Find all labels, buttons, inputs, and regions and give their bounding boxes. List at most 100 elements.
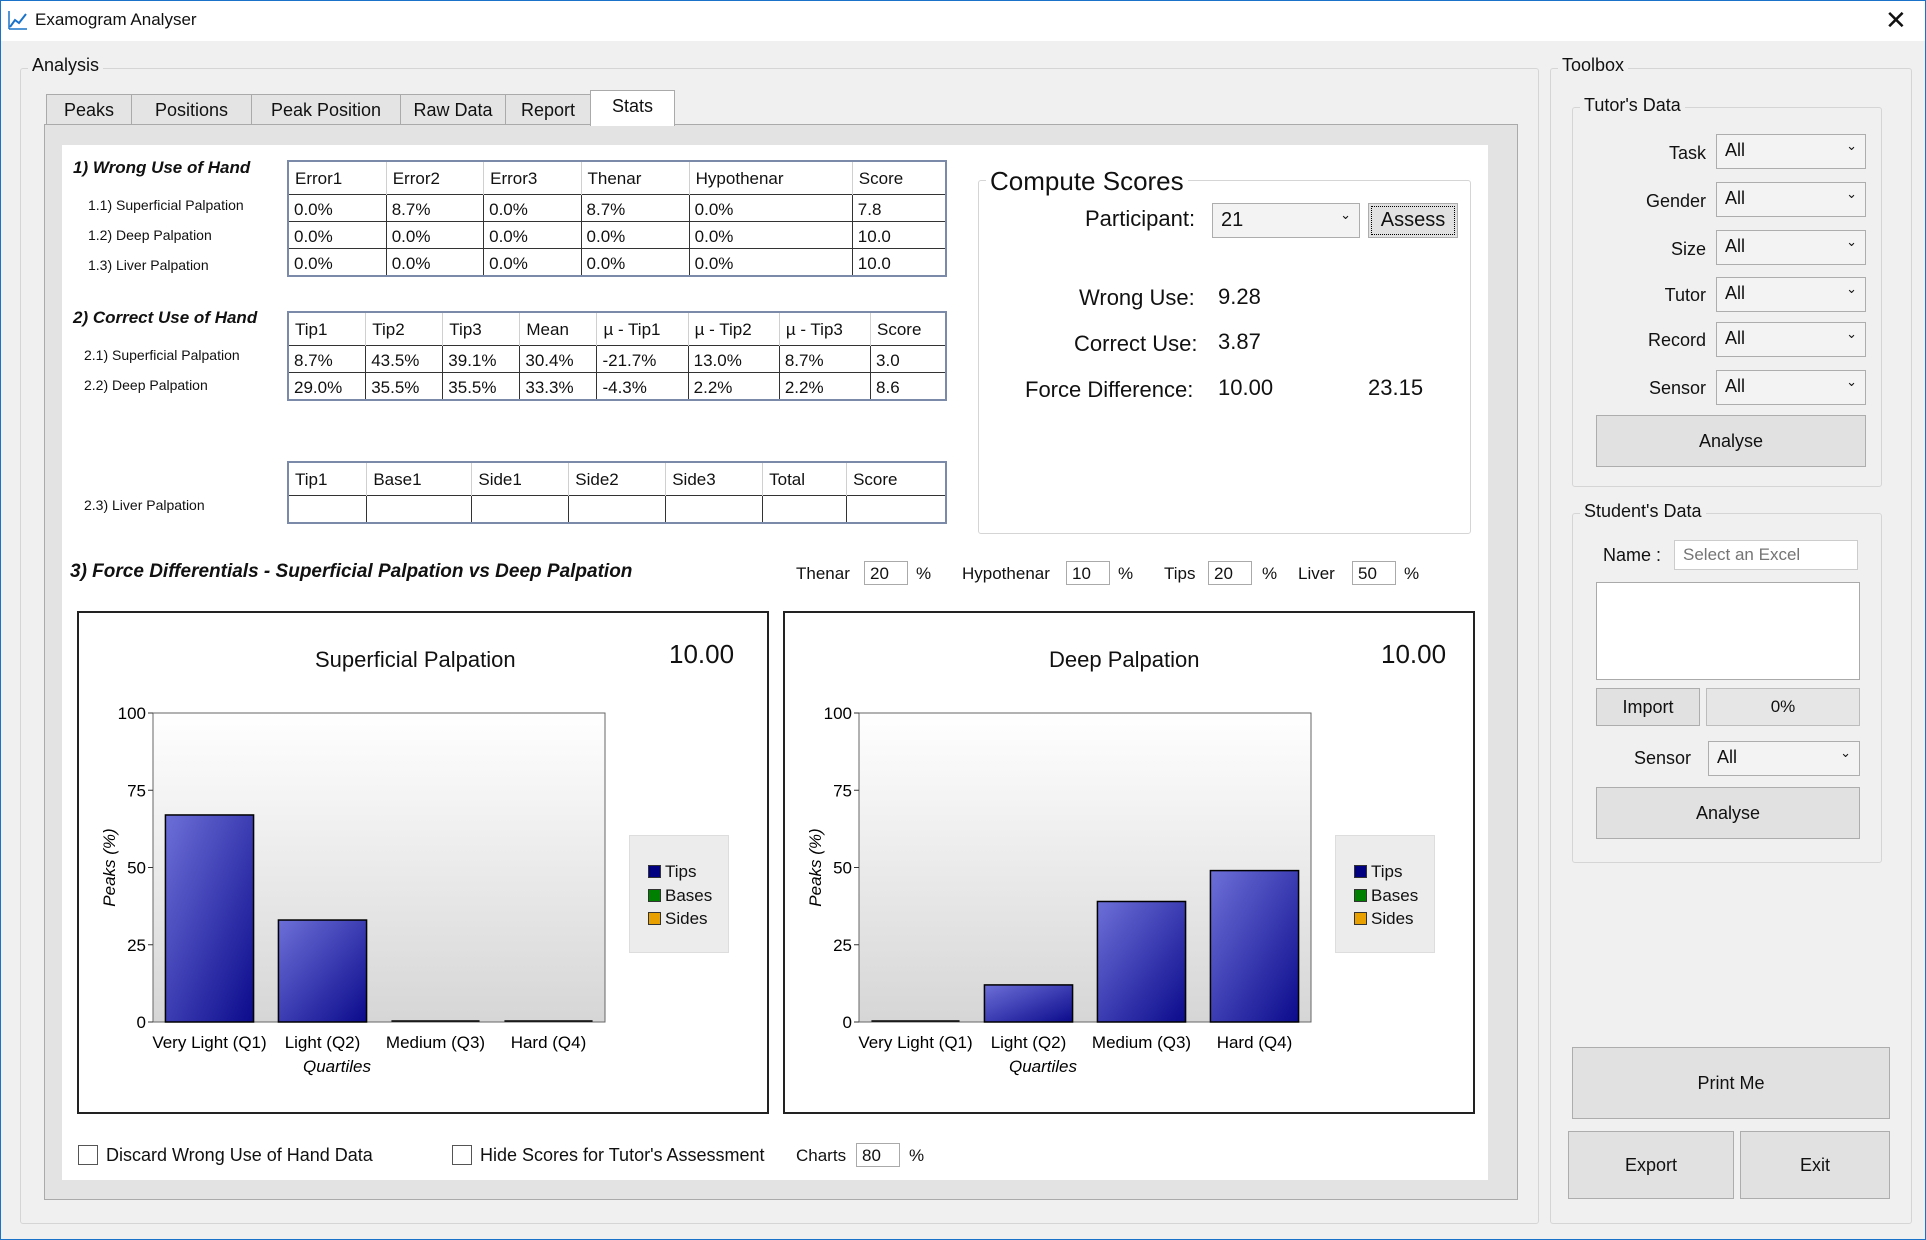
gender-label: Gender <box>1645 191 1706 211</box>
table-cell[interactable]: -21.7% <box>596 345 689 373</box>
y-tick-label: 75 <box>833 781 852 800</box>
legend-label: Bases <box>1371 886 1419 905</box>
table-cell[interactable]: -4.3% <box>596 372 689 401</box>
section-correct-use-title: 2) Correct Use of Hand <box>73 308 258 327</box>
table-cell[interactable]: 0.0% <box>483 221 582 249</box>
tab-peaks[interactable]: Peaks <box>46 94 132 124</box>
export-button[interactable]: Export <box>1568 1131 1734 1199</box>
table-cell[interactable] <box>366 495 473 524</box>
select-value: All <box>1725 328 1746 348</box>
column-header: µ - Tip2 <box>687 312 780 346</box>
column-header: Side2 <box>568 462 666 496</box>
chart-legend: Tips Bases Sides <box>629 835 729 953</box>
name-label: Name : <box>1603 545 1662 565</box>
table-cell[interactable]: 0.0% <box>580 248 690 277</box>
table-cell[interactable]: 8.7% <box>385 194 485 222</box>
table-cell[interactable]: 8.7% <box>287 345 367 373</box>
participant-select[interactable]: 21 ⌄ <box>1212 203 1360 238</box>
student-file-list[interactable] <box>1596 582 1860 680</box>
deep-chart-panel: Deep Palpation 10.00 0 25 50 75 100 Very Ligh… <box>783 611 1475 1114</box>
table-cell[interactable]: 0.0% <box>580 221 690 249</box>
column-header: Total <box>762 462 847 496</box>
hide-scores-label: Hide Scores for Tutor's Assessment <box>480 1145 765 1165</box>
table-cell[interactable]: 0.0% <box>688 248 853 277</box>
table-cell[interactable] <box>846 495 947 524</box>
y-tick-label: 50 <box>127 859 146 878</box>
hide-scores-checkbox[interactable] <box>452 1145 472 1165</box>
table-cell[interactable]: 0.0% <box>385 248 485 277</box>
select-value: All <box>1725 283 1746 303</box>
chevron-down-icon: ⌄ <box>1846 186 1857 201</box>
task-label: Task <box>1668 143 1706 163</box>
table-cell[interactable]: 33.3% <box>519 372 598 401</box>
tab-report[interactable]: Report <box>505 94 591 124</box>
print-me-button[interactable]: Print Me <box>1572 1047 1890 1119</box>
table-cell[interactable]: 8.7% <box>778 345 872 373</box>
table-cell[interactable]: 7.8 <box>851 194 947 222</box>
sensor-select[interactable]: All ⌄ <box>1716 370 1866 405</box>
task-select[interactable]: All ⌄ <box>1716 134 1866 169</box>
exit-button[interactable]: Exit <box>1740 1131 1890 1199</box>
student-sensor-select[interactable]: All ⌄ <box>1708 741 1860 776</box>
table-cell[interactable]: 35.5% <box>442 372 521 401</box>
tutor-select[interactable]: All ⌄ <box>1716 277 1866 312</box>
tab-positions[interactable]: Positions <box>131 94 252 124</box>
hypothenar-label: Hypothenar <box>962 564 1050 583</box>
assess-button[interactable]: Assess <box>1368 203 1458 238</box>
table-cell[interactable] <box>762 495 848 524</box>
gender-select[interactable]: All ⌄ <box>1716 182 1866 217</box>
table-cell[interactable]: 2.2% <box>778 372 872 401</box>
tab-stats[interactable]: Stats <box>590 90 675 126</box>
close-icon[interactable]: ✕ <box>1885 5 1907 35</box>
table-cell[interactable]: 43.5% <box>365 345 444 373</box>
wrong-use-table: Error1 Error2 Error3 Thenar Hypothenar S… <box>287 160 947 277</box>
table-cell[interactable]: 10.0 <box>851 221 947 249</box>
table-cell[interactable]: 3.0 <box>870 345 947 373</box>
legend-label: Bases <box>665 886 713 905</box>
table-cell[interactable]: 13.0% <box>687 345 780 373</box>
table-cell[interactable]: 0.0% <box>483 194 582 222</box>
table-cell[interactable] <box>287 495 368 524</box>
table-cell[interactable]: 0.0% <box>688 221 853 249</box>
tutor-analyse-button[interactable]: Analyse <box>1596 415 1866 467</box>
liver-input[interactable]: 50 <box>1352 561 1396 585</box>
table-cell[interactable]: 0.0% <box>287 221 387 249</box>
table-cell[interactable]: 0.0% <box>287 194 387 222</box>
hypothenar-input[interactable]: 10 <box>1066 561 1110 585</box>
student-analyse-button[interactable]: Analyse <box>1596 787 1860 839</box>
charts-input[interactable]: 80 <box>856 1143 900 1167</box>
tips-input[interactable]: 20 <box>1208 561 1252 585</box>
table-cell[interactable]: 35.5% <box>365 372 444 401</box>
discard-wrong-use-checkbox[interactable] <box>78 1145 98 1165</box>
table-cell[interactable]: 30.4% <box>519 345 598 373</box>
table-header-row: Tip1 Base1 Side1 Side2 Side3 Total Score <box>287 462 946 496</box>
y-tick-label: 25 <box>833 936 852 955</box>
table-cell[interactable] <box>471 495 570 524</box>
table-cell[interactable]: 8.6 <box>870 372 947 401</box>
import-button[interactable]: Import <box>1596 688 1700 726</box>
table-cell[interactable]: 29.0% <box>287 372 367 401</box>
table-cell[interactable] <box>568 495 667 524</box>
table-cell[interactable]: 0.0% <box>385 221 485 249</box>
legend-swatch <box>648 865 661 878</box>
table-cell[interactable]: 39.1% <box>442 345 521 373</box>
size-select[interactable]: All ⌄ <box>1716 230 1866 265</box>
table-cell[interactable] <box>665 495 764 524</box>
thenar-input[interactable]: 20 <box>864 561 908 585</box>
tab-raw-data[interactable]: Raw Data <box>400 94 506 124</box>
legend-swatch <box>648 889 661 902</box>
y-tick-label: 100 <box>824 704 852 723</box>
record-select[interactable]: All ⌄ <box>1716 322 1866 357</box>
tab-peak-position[interactable]: Peak Position <box>251 94 401 124</box>
table-cell[interactable]: 0.0% <box>688 194 853 222</box>
legend-swatch <box>1354 889 1367 902</box>
table-cell[interactable]: 10.0 <box>851 248 947 277</box>
force-difference-value: 10.00 <box>1218 375 1274 400</box>
select-value: All <box>1725 188 1746 208</box>
table-cell[interactable]: 2.2% <box>687 372 780 401</box>
wrong-use-label: Wrong Use: <box>1079 285 1195 310</box>
table-cell[interactable]: 8.7% <box>580 194 690 222</box>
table-cell[interactable]: 0.0% <box>287 248 387 277</box>
table-cell[interactable]: 0.0% <box>483 248 582 277</box>
name-input[interactable] <box>1674 540 1858 570</box>
